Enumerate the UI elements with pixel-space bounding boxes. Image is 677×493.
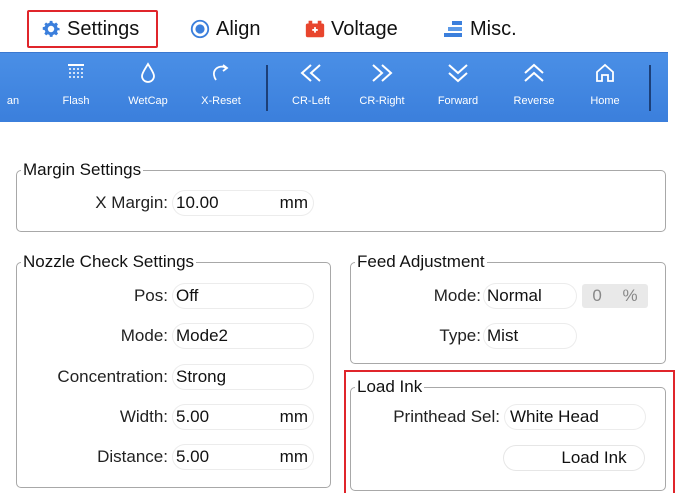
- group-title: Feed Adjustment: [357, 252, 485, 271]
- feed-percent-field[interactable]: 0 %: [582, 284, 648, 308]
- feed-percent-value: 0: [592, 286, 602, 305]
- load-ink-group: Load Ink: [350, 377, 666, 491]
- pos-select[interactable]: Off: [172, 283, 314, 309]
- toolbar-label: CR-Right: [359, 95, 405, 107]
- load-ink-button-row: Load Ink: [503, 445, 645, 471]
- drop-icon: [137, 53, 159, 93]
- settings-panel: Margin Settings X Margin: 10.00 mm Nozzl…: [0, 122, 677, 493]
- x-margin-field[interactable]: 10.00 mm: [172, 190, 314, 216]
- double-chevron-up-icon: [521, 53, 547, 93]
- x-margin-unit: mm: [279, 193, 308, 212]
- nozzle-concentration-row: Concentration: Strong: [20, 364, 314, 390]
- x-margin-row: X Margin: 10.00 mm: [60, 190, 314, 216]
- toolbar-home-button[interactable]: Home: [580, 53, 630, 123]
- width-label: Width:: [119, 407, 168, 426]
- tab-label: Settings: [67, 17, 140, 40]
- target-icon: [188, 17, 212, 41]
- flash-nozzle-icon: [65, 53, 87, 93]
- x-margin-label: X Margin:: [95, 193, 168, 212]
- feed-mode-row: Mode: Normal 0 %: [355, 283, 648, 309]
- toolbar-xreset-button[interactable]: X-Reset: [196, 53, 246, 123]
- toolbar-flash-button[interactable]: Flash: [56, 53, 96, 123]
- tab-label: Voltage: [331, 17, 398, 40]
- tab-misc[interactable]: Misc.: [442, 10, 517, 48]
- group-title: Load Ink: [357, 377, 423, 396]
- toolbar-forward-button[interactable]: Forward: [433, 53, 483, 123]
- width-field[interactable]: 5.00 mm: [172, 404, 314, 430]
- printhead-row: Printhead Sel: White Head: [355, 404, 646, 430]
- toolbar-label: Reverse: [513, 95, 555, 107]
- layers-icon: [442, 17, 466, 41]
- concentration-select[interactable]: Strong: [172, 364, 314, 390]
- group-title: Nozzle Check Settings: [23, 252, 195, 271]
- feed-percent-unit: %: [622, 286, 638, 305]
- toolbar-reverse-button[interactable]: Reverse: [509, 53, 559, 123]
- toolbar-cr-right-button[interactable]: CR-Right: [357, 53, 407, 123]
- printhead-label: Printhead Sel:: [393, 407, 500, 426]
- distance-label: Distance:: [97, 447, 168, 466]
- printhead-select[interactable]: White Head: [504, 404, 646, 430]
- width-value: 5.00: [176, 407, 210, 426]
- double-chevron-left-icon: [297, 53, 325, 93]
- distance-field[interactable]: 5.00 mm: [172, 444, 314, 470]
- toolbar-label: Home: [590, 95, 620, 107]
- distance-unit: mm: [279, 447, 308, 466]
- home-icon: [593, 53, 617, 93]
- nozzle-distance-row: Distance: 5.00 mm: [20, 444, 314, 470]
- toolbar-label: X-Reset: [201, 95, 241, 107]
- feed-mode-select[interactable]: Normal: [483, 283, 577, 309]
- toolbar-label: Flash: [62, 95, 90, 107]
- top-tab-bar: Settings Align Voltage Misc.: [0, 0, 677, 52]
- battery-icon: [303, 17, 327, 41]
- action-toolbar: an Flash WetCap X-Reset CR-Left CR-Right: [0, 52, 668, 122]
- double-chevron-down-icon: [445, 53, 471, 93]
- feed-type-row: Type: Mist: [355, 323, 577, 349]
- gear-icon: [39, 17, 63, 41]
- toolbar-divider: [266, 65, 268, 111]
- tab-label: Align: [216, 17, 261, 40]
- toolbar-divider: [649, 65, 651, 111]
- toolbar-clean-button[interactable]: an: [0, 53, 26, 123]
- toolbar-label: Forward: [437, 95, 479, 107]
- reset-arrow-icon: [209, 53, 233, 93]
- load-ink-button[interactable]: Load Ink: [503, 445, 645, 471]
- mode-select[interactable]: Mode2: [172, 323, 314, 349]
- mode-label: Mode:: [120, 326, 168, 345]
- toolbar-label: WetCap: [128, 95, 168, 107]
- group-title: Margin Settings: [23, 160, 142, 179]
- feed-type-label: Type:: [439, 326, 481, 345]
- tab-settings[interactable]: Settings: [27, 10, 158, 48]
- toolbar-cr-left-button[interactable]: CR-Left: [286, 53, 336, 123]
- feed-type-select[interactable]: Mist: [483, 323, 577, 349]
- x-margin-value: 10.00: [176, 193, 219, 212]
- nozzle-pos-row: Pos: Off: [20, 283, 314, 309]
- tab-align[interactable]: Align: [188, 10, 260, 48]
- concentration-label: Concentration:: [57, 367, 168, 386]
- double-chevron-right-icon: [368, 53, 396, 93]
- nozzle-mode-row: Mode: Mode2: [20, 323, 314, 349]
- nozzle-width-row: Width: 5.00 mm: [20, 404, 314, 430]
- toolbar-label: an: [6, 95, 20, 107]
- tab-label: Misc.: [470, 17, 517, 40]
- width-unit: mm: [279, 407, 308, 426]
- pos-label: Pos:: [133, 286, 168, 305]
- toolbar-wetcap-button[interactable]: WetCap: [124, 53, 172, 123]
- distance-value: 5.00: [176, 447, 210, 466]
- tab-voltage[interactable]: Voltage: [303, 10, 398, 48]
- feed-mode-label: Mode:: [433, 286, 481, 305]
- toolbar-label: CR-Left: [292, 95, 330, 107]
